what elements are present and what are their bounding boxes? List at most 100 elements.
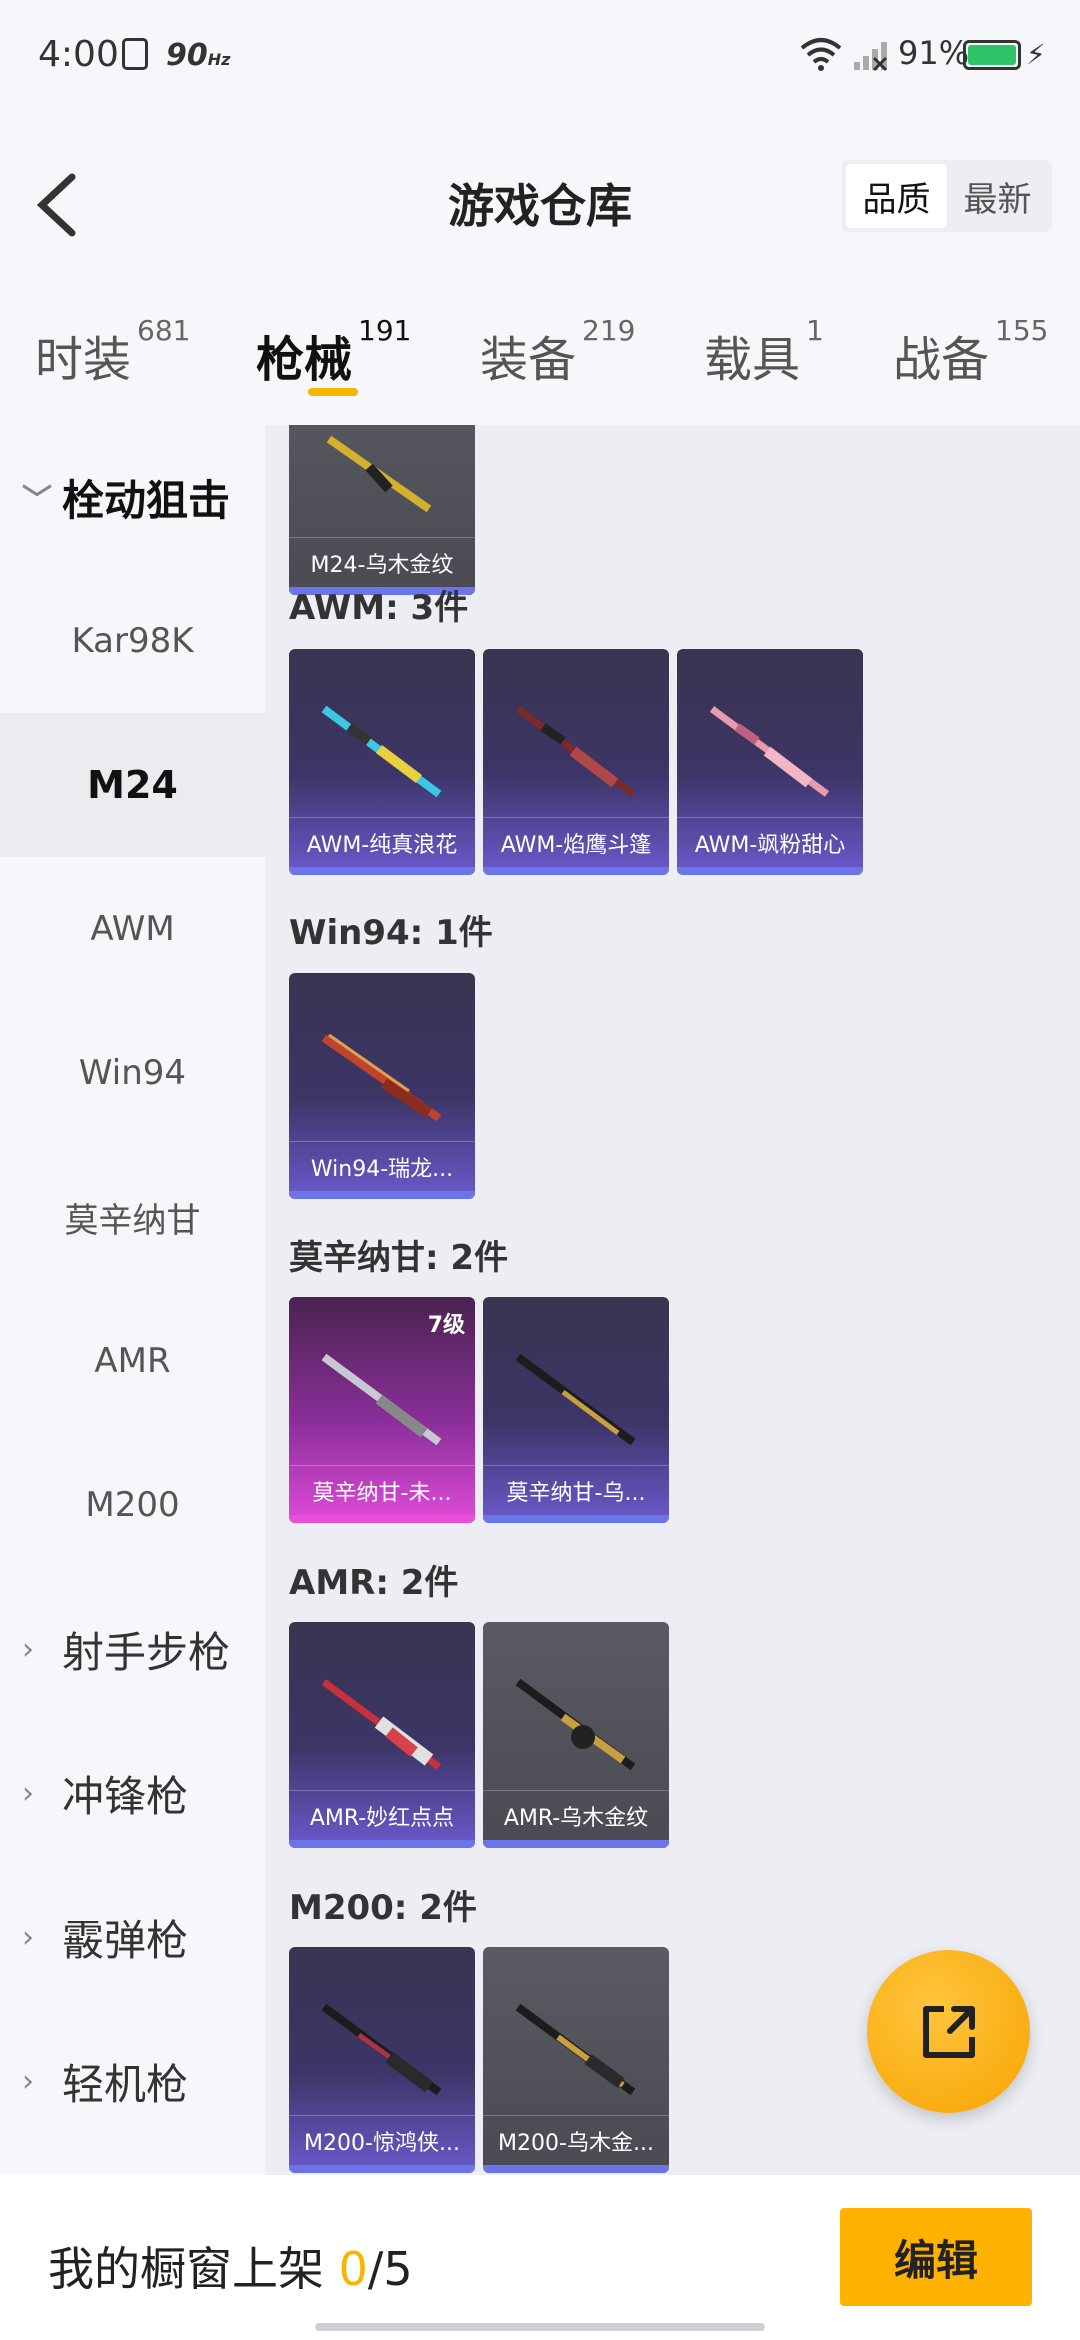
chevron-right-icon: › bbox=[22, 1631, 34, 1667]
sidebar-item-m200[interactable]: M200 bbox=[0, 1433, 265, 1577]
rifle-icon bbox=[515, 1678, 636, 1771]
sidebar-group-lmg[interactable]: › 轻机枪 bbox=[0, 2009, 265, 2153]
showcase-total: /5 bbox=[367, 2242, 413, 2296]
chevron-right-icon: › bbox=[22, 1775, 34, 1811]
active-tab-indicator bbox=[308, 388, 358, 396]
rarity-bar bbox=[483, 2165, 669, 2173]
sidebar-item-m24[interactable]: M24 bbox=[0, 713, 265, 857]
sidebar-group-label: 轻机枪 bbox=[62, 2059, 189, 2109]
status-time: 4:00 bbox=[38, 34, 119, 75]
rarity-bar bbox=[483, 867, 669, 875]
item-card[interactable]: 7级 莫辛纳甘-未... bbox=[289, 1297, 475, 1523]
rifle-icon bbox=[321, 2003, 442, 2096]
item-card[interactable]: AWM-飒粉甜心 bbox=[677, 649, 863, 875]
item-name: AWM-飒粉甜心 bbox=[677, 817, 863, 867]
vibrate-icon bbox=[122, 38, 148, 70]
rarity-bar bbox=[289, 1191, 475, 1199]
tab-firearms[interactable]: 枪械191 bbox=[256, 314, 411, 390]
rifle-icon bbox=[515, 2003, 636, 2096]
tab-fashion[interactable]: 时装681 bbox=[35, 314, 190, 390]
section-title: M200: 2件 bbox=[289, 1888, 477, 1928]
item-card[interactable]: AWM-纯真浪花 bbox=[289, 649, 475, 875]
sort-latest-button[interactable]: 最新 bbox=[947, 164, 1048, 228]
wifi-icon bbox=[800, 38, 842, 71]
item-card[interactable]: AMR-妙红点点 bbox=[289, 1622, 475, 1848]
item-card[interactable]: 莫辛纳甘-乌... bbox=[483, 1297, 669, 1523]
rifle-icon bbox=[709, 706, 830, 797]
rifle-icon bbox=[321, 1033, 442, 1122]
section-title: Win94: 1件 bbox=[289, 913, 493, 953]
rarity-bar bbox=[289, 2165, 475, 2173]
sidebar-group-label: 射手步枪 bbox=[62, 1627, 231, 1677]
refresh-unit: Hz bbox=[207, 50, 231, 69]
item-card[interactable]: Win94-瑞龙... bbox=[289, 973, 475, 1199]
item-name: 莫辛纳甘-乌... bbox=[483, 1465, 669, 1515]
sidebar-item-awm[interactable]: AWM bbox=[0, 857, 265, 1001]
chevron-right-icon: › bbox=[22, 2063, 34, 2099]
tab-count: 1 bbox=[806, 314, 824, 347]
category-tabs: 时装681 枪械191 装备219 载具1 战备155 bbox=[0, 300, 1080, 425]
sidebar-group-bolt-action[interactable]: ﹀ 栓动狙击 bbox=[0, 425, 265, 569]
home-indicator[interactable] bbox=[315, 2323, 765, 2331]
rifle-icon bbox=[321, 705, 442, 798]
sidebar-item-mosin[interactable]: 莫辛纳甘 bbox=[0, 1145, 265, 1289]
sidebar-group-dmr[interactable]: › 射手步枪 bbox=[0, 1577, 265, 1721]
sidebar: ﹀ 栓动狙击 Kar98K M24 AWM Win94 莫辛纳甘 AMR M20… bbox=[0, 425, 265, 2175]
sidebar-item-amr[interactable]: AMR bbox=[0, 1289, 265, 1433]
showcase-current: 0 bbox=[338, 2242, 368, 2296]
section-title: 莫辛纳甘: 2件 bbox=[289, 1238, 509, 1278]
sidebar-item-win94[interactable]: Win94 bbox=[0, 1001, 265, 1145]
item-card[interactable]: AMR-乌木金纹 bbox=[483, 1622, 669, 1848]
tab-count: 191 bbox=[358, 314, 412, 347]
tab-count: 219 bbox=[582, 314, 636, 347]
item-card[interactable]: M200-惊鸿侠... bbox=[289, 1947, 475, 2173]
rarity-bar bbox=[289, 1840, 475, 1848]
rarity-bar bbox=[289, 1515, 475, 1523]
tab-label: 装备 bbox=[480, 332, 577, 388]
item-grid: M24-乌木金纹 AWM: 3件 AWM-纯真浪花 AWM-焰鹰斗篷 AWM-飒… bbox=[265, 425, 1080, 2175]
item-name: M200-乌木金... bbox=[483, 2115, 669, 2165]
rarity-bar bbox=[677, 867, 863, 875]
item-name: Win94-瑞龙... bbox=[289, 1141, 475, 1191]
item-name: 莫辛纳甘-未... bbox=[289, 1465, 475, 1515]
rifle-icon bbox=[515, 706, 636, 797]
sidebar-group-label: 冲锋枪 bbox=[62, 1771, 189, 1821]
chevron-down-icon: ﹀ bbox=[22, 483, 52, 518]
sidebar-group-smg[interactable]: › 冲锋枪 bbox=[0, 1721, 265, 1865]
sidebar-group-label: 霰弹枪 bbox=[62, 1915, 189, 1965]
tab-supplies[interactable]: 战备155 bbox=[893, 314, 1048, 390]
sidebar-group-shotgun[interactable]: › 霰弹枪 bbox=[0, 1865, 265, 2009]
rifle-icon bbox=[515, 1353, 636, 1446]
section-title: AWM: 3件 bbox=[289, 588, 469, 628]
rarity-bar bbox=[483, 1840, 669, 1848]
tab-gear[interactable]: 装备219 bbox=[480, 314, 635, 390]
tab-label: 时装 bbox=[35, 332, 132, 388]
tab-count: 681 bbox=[137, 314, 191, 347]
bottom-bar: 我的橱窗上架 0/5 编辑 bbox=[0, 2175, 1080, 2340]
item-card[interactable]: M24-乌木金纹 bbox=[289, 425, 475, 595]
refresh-rate: 90Hz bbox=[166, 38, 230, 73]
rifle-icon bbox=[326, 435, 432, 513]
item-name: AMR-妙红点点 bbox=[289, 1790, 475, 1840]
sidebar-item-kar98k[interactable]: Kar98K bbox=[0, 569, 265, 713]
item-card[interactable]: AWM-焰鹰斗篷 bbox=[483, 649, 669, 875]
tab-count: 155 bbox=[995, 314, 1049, 347]
level-badge: 7级 bbox=[427, 1313, 465, 1338]
sort-quality-button[interactable]: 品质 bbox=[846, 164, 947, 228]
rifle-icon bbox=[321, 1353, 442, 1446]
share-button[interactable] bbox=[867, 1950, 1030, 2113]
rarity-bar bbox=[483, 1515, 669, 1523]
tab-vehicles[interactable]: 载具1 bbox=[704, 314, 824, 390]
showcase-status: 我的橱窗上架 0/5 bbox=[48, 2233, 413, 2299]
item-name: AWM-纯真浪花 bbox=[289, 817, 475, 867]
item-card[interactable]: M200-乌木金... bbox=[483, 1947, 669, 2173]
edit-button[interactable]: 编辑 bbox=[840, 2208, 1032, 2306]
signal-icon bbox=[854, 42, 888, 72]
status-bar: 4:00 90Hz 91% ⚡ bbox=[0, 0, 1080, 115]
sidebar-group-label: 栓动狙击 bbox=[62, 475, 231, 525]
rarity-bar bbox=[289, 867, 475, 875]
item-name: AWM-焰鹰斗篷 bbox=[483, 817, 669, 867]
section-title: AMR: 2件 bbox=[289, 1563, 459, 1603]
sort-toggle: 品质 最新 bbox=[842, 160, 1052, 232]
rifle-icon bbox=[321, 1679, 442, 1770]
